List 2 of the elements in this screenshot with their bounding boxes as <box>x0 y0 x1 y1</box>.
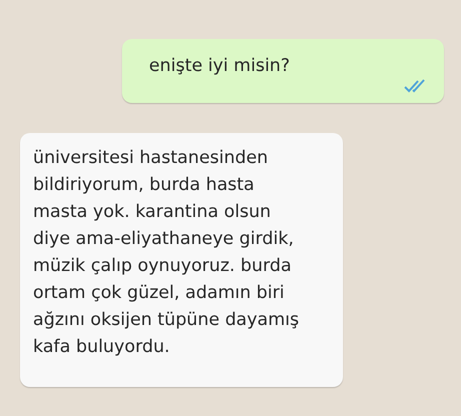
message-text: üniversitesi hastanesinden bildiriyorum, burda hasta masta yok. karantina olsun diye ama-eliyathaneye girdik, müzik çalıp oynuyoruz. burda ortam çok güzel, adamın biri ağzını oksijen tüpüne dayamış kafa buluyordu. <box>33 147 300 360</box>
message-text: enişte iyi misin? <box>149 55 290 78</box>
